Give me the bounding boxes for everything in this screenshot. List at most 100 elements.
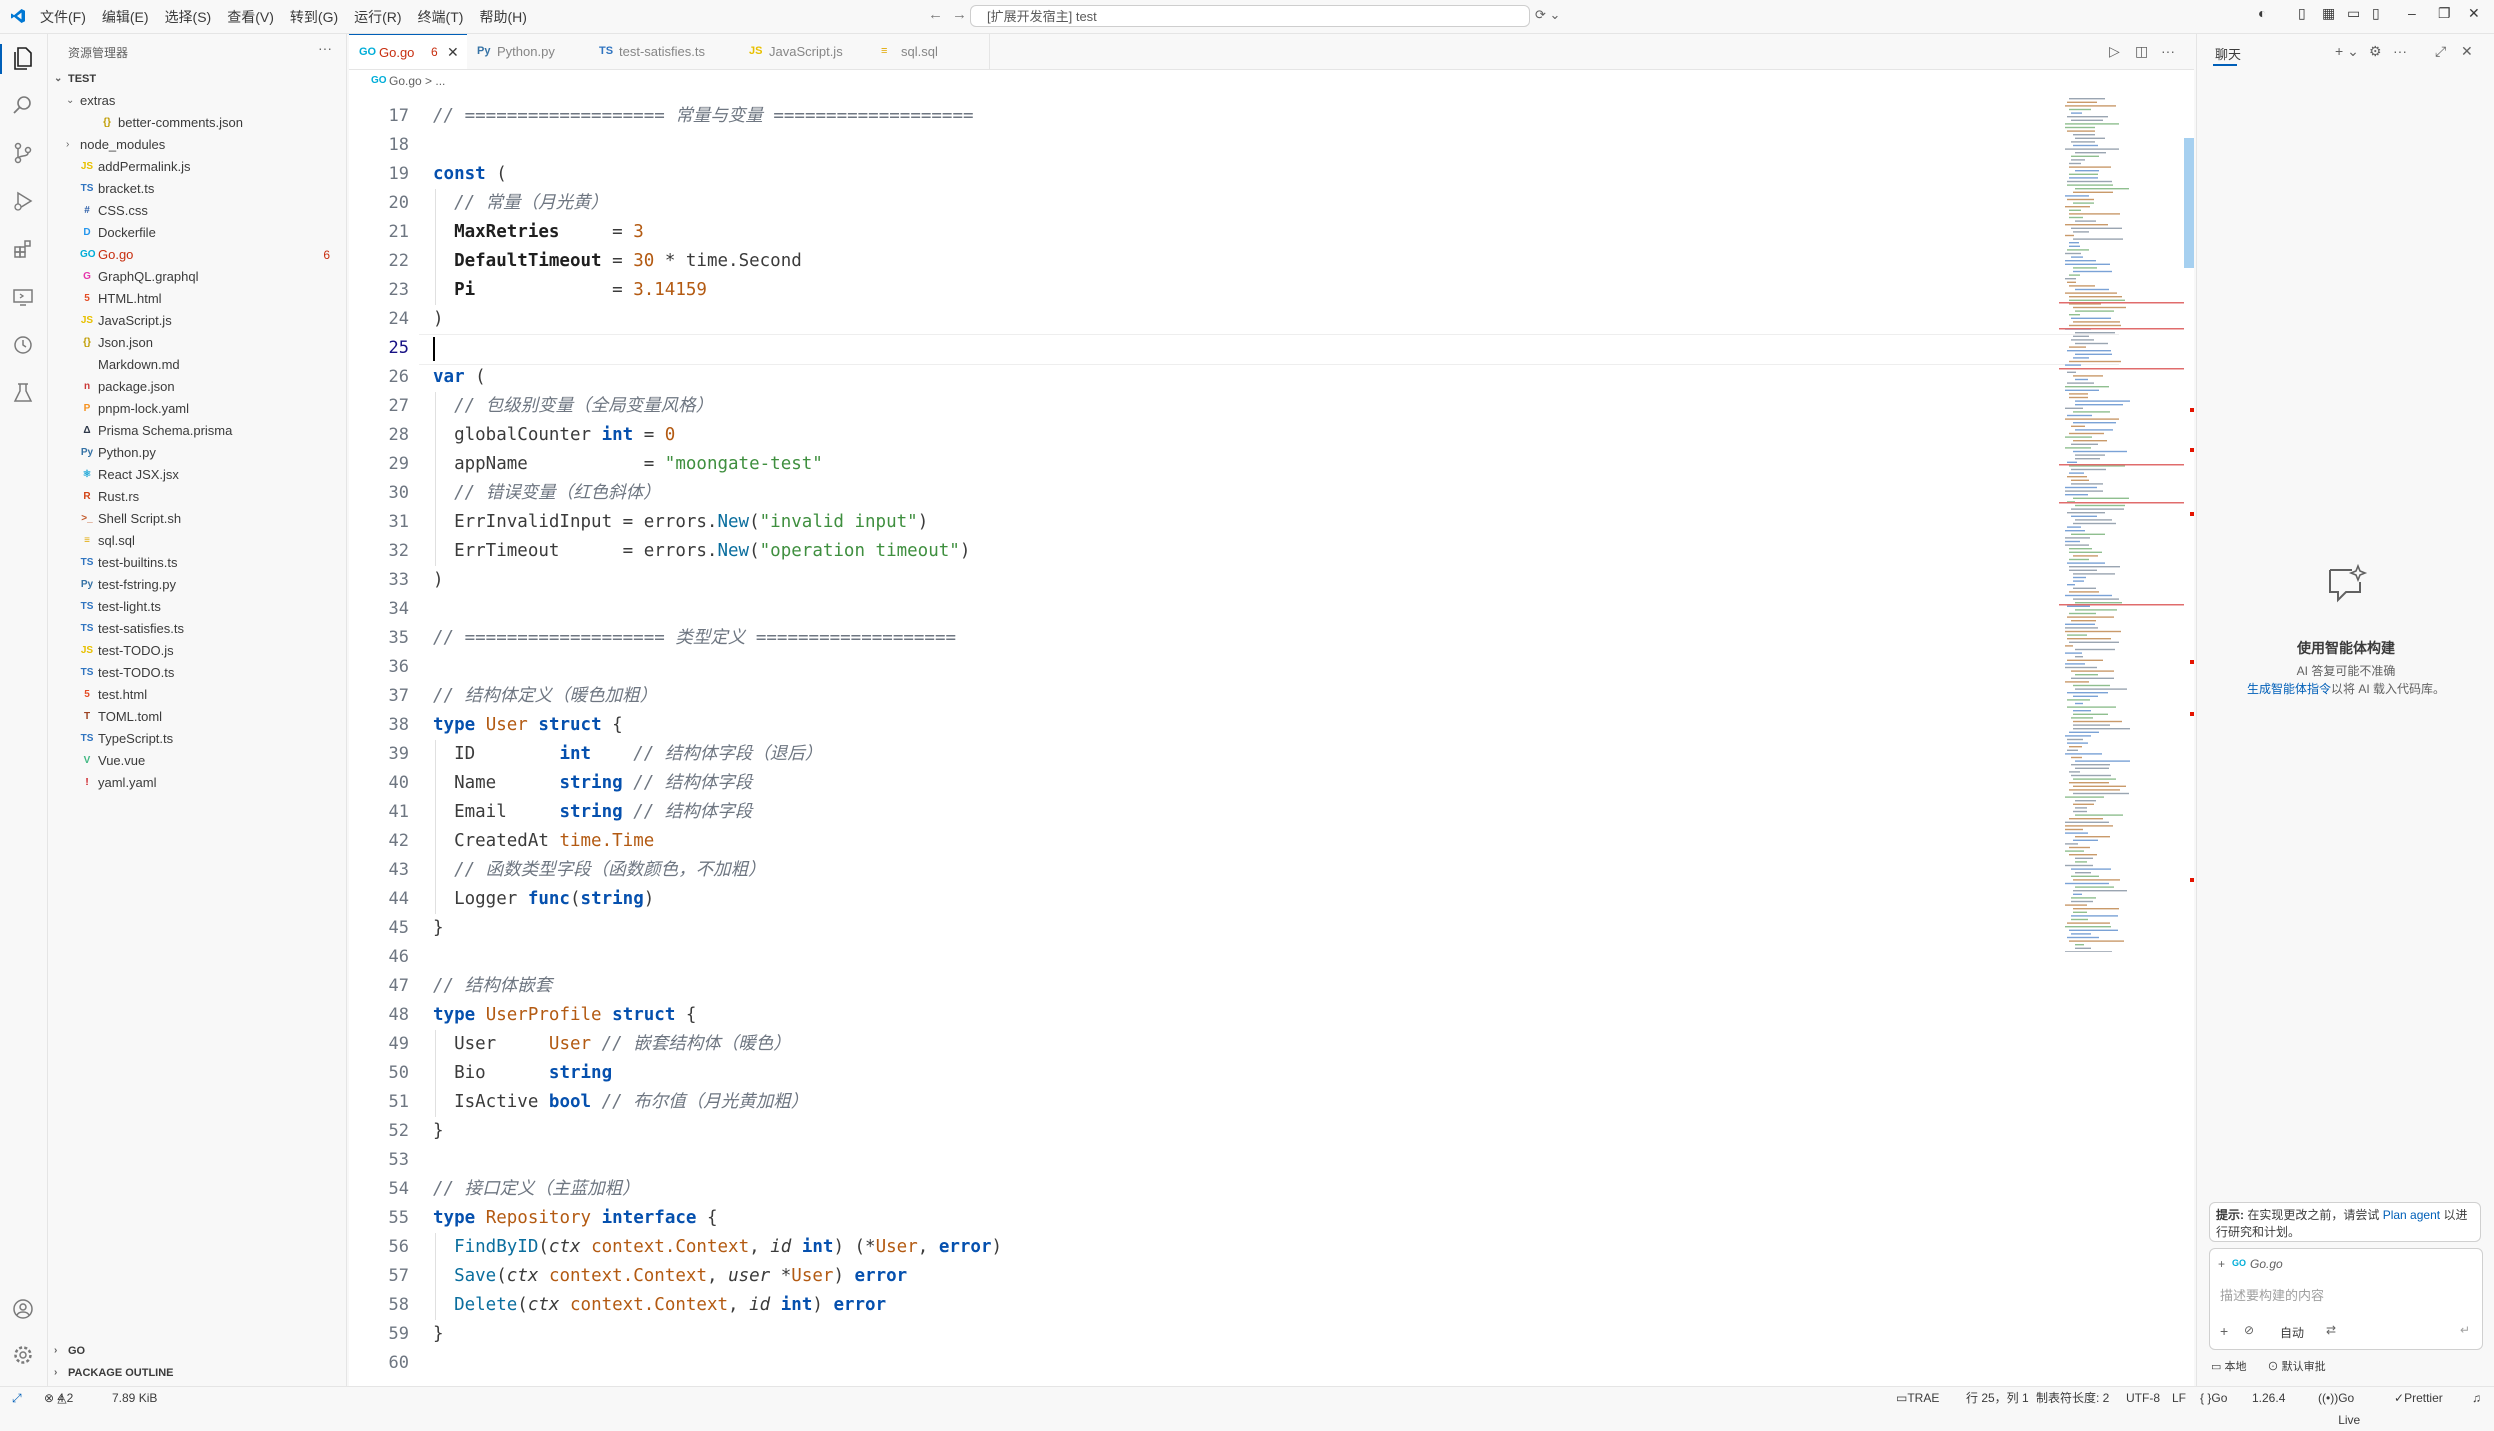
remote-indicator-icon[interactable]: ⤢ [12,1387,22,1409]
file-tree-item[interactable]: 5 test.html [48,684,346,706]
split-editor-icon[interactable]: ◫ [2135,43,2148,60]
chat-input[interactable]: 描述要构建的内容 [2220,1285,2460,1304]
file-tree-item[interactable]: TS TypeScript.ts [48,728,346,750]
file-tree-item[interactable]: G GraphQL.graphql [48,266,346,288]
file-tree-item[interactable]: T TOML.toml [48,706,346,728]
new-chat-icon[interactable]: + ⌄ [2335,43,2359,60]
file-tree-item[interactable]: Py test-fstring.py [48,574,346,596]
chat-title[interactable]: 聊天 [2215,44,2241,63]
file-tree-item[interactable]: Py Python.py [48,442,346,464]
language-mode[interactable]: { } Go [2200,1387,2227,1409]
send-icon[interactable]: ↵ [2460,1323,2470,1337]
file-tree-item[interactable]: ! yaml.yaml [48,772,346,794]
restore-icon[interactable]: ❐ [2438,5,2451,22]
plan-agent-link[interactable]: Plan agent [2383,1208,2440,1222]
file-tree-item[interactable]: {} Json.json [48,332,346,354]
menu-item[interactable]: 转到(G) [290,7,338,27]
settings-gear-icon[interactable] [10,1344,36,1370]
add-context-icon[interactable]: + [2218,1257,2225,1271]
close-window-icon[interactable]: ✕ [2468,5,2480,22]
run-file-icon[interactable]: ▷ [2109,43,2120,60]
menu-item[interactable]: 文件(F) [40,7,86,27]
file-tree-item[interactable]: V Vue.vue [48,750,346,772]
file-tree-item[interactable]: 5 HTML.html [48,288,346,310]
scrollbar-thumb[interactable] [2184,138,2194,268]
menu-item[interactable]: 运行(R) [354,7,401,27]
chat-settings-icon[interactable]: ⚙ [2369,43,2382,60]
account-icon[interactable] [10,1298,36,1324]
trae-status[interactable]: ▭ TRAE [1896,1387,1939,1409]
cursor-position[interactable]: 行 25，列 1 [1966,1387,2029,1409]
remote-explorer-icon[interactable] [10,286,36,312]
file-tree-item[interactable]: JS addPermalink.js [48,156,346,178]
testing-icon[interactable] [10,382,36,408]
approval-label[interactable]: 默认审批 [2282,1361,2326,1373]
timeline-icon[interactable] [10,334,36,360]
layout-icon[interactable]: ▦ [2322,5,2335,22]
file-tree-item[interactable]: TS bracket.ts [48,178,346,200]
extensions-icon[interactable] [10,238,36,264]
file-tree-item[interactable]: # CSS.css [48,200,346,222]
copilot-status-icon[interactable]: ◐ [2258,5,2266,21]
menu-item[interactable]: 编辑(E) [102,7,149,27]
file-tree-item[interactable]: TS test-TODO.ts [48,662,346,684]
local-label[interactable]: 本地 [2224,1361,2246,1373]
command-center[interactable]: [扩展开发宿主] test [970,5,1530,27]
file-tree-item[interactable]: TS test-light.ts [48,596,346,618]
toggle-panel-icon[interactable]: ▭ [2347,5,2360,22]
context-file-chip[interactable]: Go.go [2250,1257,2283,1271]
go-version[interactable]: 1.26.4 [2252,1387,2285,1409]
copilot-icon[interactable]: ⟳ ⌄ [1535,7,1560,23]
generate-instructions-link[interactable]: 生成智能体指令 [2247,682,2331,696]
editor-scrollbar[interactable] [2184,92,2194,1386]
minimap[interactable] [2059,92,2184,952]
more-actions-icon[interactable]: ··· [318,40,332,56]
attach-icon[interactable]: + [2220,1323,2228,1339]
chat-more-icon[interactable]: ··· [2393,43,2407,59]
file-tree-item[interactable]: › node_modules [48,134,346,156]
file-tree-item[interactable]: TS test-satisfies.ts [48,618,346,640]
file-tree-item[interactable]: ≡ sql.sql [48,530,346,552]
file-tree-item[interactable]: Ppnpm-lock.yaml [48,398,346,420]
file-tree-item[interactable]: JS JavaScript.js [48,310,346,332]
editor-tab[interactable]: ≡ sql.sql [871,34,990,69]
file-tree-item[interactable]: >_ Shell Script.sh [48,508,346,530]
menu-item[interactable]: 帮助(H) [479,7,526,27]
file-tree-item[interactable]: ⚛ React JSX.jsx [48,464,346,486]
go-live[interactable]: ((•)) Go Live [2318,1387,2360,1427]
file-tree-item[interactable]: Markdown.md [48,354,346,376]
notifications-icon[interactable]: ♫ [2472,1387,2481,1409]
menu-item[interactable]: 终端(T) [418,7,464,27]
run-debug-icon[interactable] [10,190,36,216]
editor-tab[interactable]: Py Python.py [467,34,590,69]
workspace-root[interactable]: ⌄ TEST [48,68,346,90]
search-icon[interactable] [10,94,36,120]
maximize-icon[interactable]: ⤢ [2435,43,2446,60]
editor-tab[interactable]: TS test-satisfies.ts [589,34,740,69]
menu-item[interactable]: 选择(S) [165,7,212,27]
file-tree-item[interactable]: GO Go.go 6 [48,244,346,266]
explorer-icon[interactable] [10,46,36,72]
menu-item[interactable]: 查看(V) [227,7,274,27]
file-tree-item[interactable]: JS test-TODO.js [48,640,346,662]
end-of-line[interactable]: LF [2172,1387,2186,1409]
file-tree-item[interactable]: ⌄ extras [48,90,346,112]
tab-size[interactable]: 制表符长度: 2 [2036,1387,2109,1409]
file-tree-item[interactable]: D Dockerfile [48,222,346,244]
editor-tab[interactable]: JS JavaScript.js [739,34,872,69]
code-editor[interactable]: 17 // =================== 常量与变量 =========… [349,92,2194,1386]
problems-indicator[interactable]: ⊗ 4 △ 2 [44,1387,73,1409]
file-tree-item[interactable]: R Rust.rs [48,486,346,508]
editor-more-icon[interactable]: ··· [2161,43,2175,59]
breadcrumb-path[interactable]: Go.go > ... [389,70,445,92]
file-tree-item[interactable]: TS test-builtins.ts [48,552,346,574]
model-picker-icon[interactable]: ⇄ [2326,1323,2336,1337]
forward-arrow-icon[interactable]: → [952,6,967,23]
toggle-sidebar-icon[interactable]: ▯ [2298,5,2306,22]
mode-selector[interactable]: 自动 [2280,1324,2304,1341]
encoding[interactable]: UTF-8 [2126,1387,2160,1409]
tools-icon[interactable]: ⊘ [2244,1323,2254,1337]
file-tree-item[interactable]: {} better-comments.json [48,112,346,134]
close-tab-icon[interactable]: ✕ [447,35,459,70]
file-tree-item[interactable]: n package.json [48,376,346,398]
